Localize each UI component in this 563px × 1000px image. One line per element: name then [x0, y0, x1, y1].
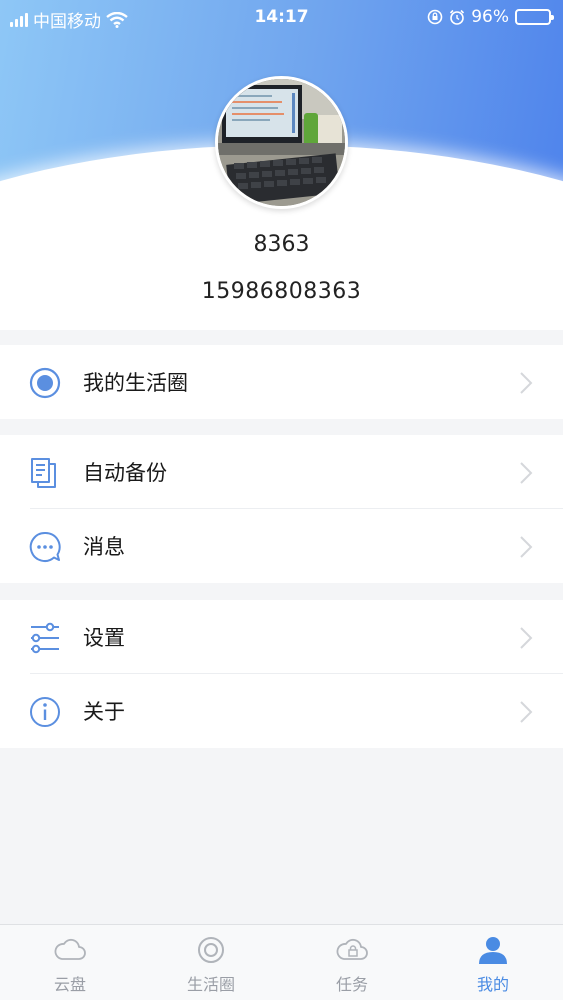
tab-bar: 云盘 生活圈 任务 我的 [0, 924, 563, 1000]
task-cloud-icon [336, 938, 368, 960]
menu-item-settings[interactable]: 设置 [0, 600, 563, 674]
menu-group-settings: 设置 关于 [0, 600, 563, 748]
menu-label-about: 关于 [83, 700, 125, 724]
menu-item-auto-backup[interactable]: 自动备份 [0, 435, 563, 509]
alarm-icon [450, 9, 465, 25]
info-icon [30, 697, 60, 727]
battery-percent: 96% [471, 7, 509, 27]
record-circle-icon [29, 367, 61, 399]
tab-label: 任务 [335, 975, 368, 994]
chat-bubble-icon [29, 531, 61, 562]
tab-label: 我的 [476, 975, 509, 994]
tab-mine[interactable]: 我的 [423, 925, 563, 1000]
rotation-lock-icon [427, 9, 443, 25]
person-icon [479, 937, 507, 964]
tab-tasks[interactable]: 任务 [282, 925, 422, 1000]
status-bar: 中国移动 14:17 96% [0, 0, 563, 34]
chevron-right-icon [520, 627, 533, 649]
chevron-right-icon [520, 536, 533, 558]
circle-icon [198, 937, 224, 963]
menu-item-messages[interactable]: 消息 [0, 509, 563, 583]
menu-label-life-circle: 我的生活圈 [83, 371, 188, 395]
tab-label: 生活圈 [186, 975, 235, 994]
document-icon [31, 458, 56, 488]
menu-item-about[interactable]: 关于 [0, 674, 563, 748]
cloud-icon [54, 938, 86, 960]
tab-cloud-drive[interactable]: 云盘 [0, 925, 140, 1000]
sliders-icon [31, 622, 59, 654]
tab-label: 云盘 [53, 975, 86, 994]
chevron-right-icon [520, 372, 533, 394]
chevron-right-icon [520, 462, 533, 484]
status-right: 96% [427, 7, 554, 27]
username: 8363 [253, 232, 310, 257]
tab-life-circle[interactable]: 生活圈 [141, 925, 281, 1000]
menu-label-messages: 消息 [83, 535, 125, 559]
menu-item-life-circle[interactable]: 我的生活圈 [0, 345, 563, 419]
menu-label-settings: 设置 [83, 626, 125, 650]
menu-label-auto-backup: 自动备份 [83, 461, 167, 485]
avatar-photo [218, 79, 345, 206]
chevron-right-icon [520, 701, 533, 723]
menu-group-life: 我的生活圈 [0, 345, 563, 419]
battery-icon [515, 9, 554, 25]
avatar[interactable] [215, 76, 348, 209]
menu-group-data: 自动备份 消息 [0, 435, 563, 583]
phone-number: 15986808363 [201, 279, 362, 304]
